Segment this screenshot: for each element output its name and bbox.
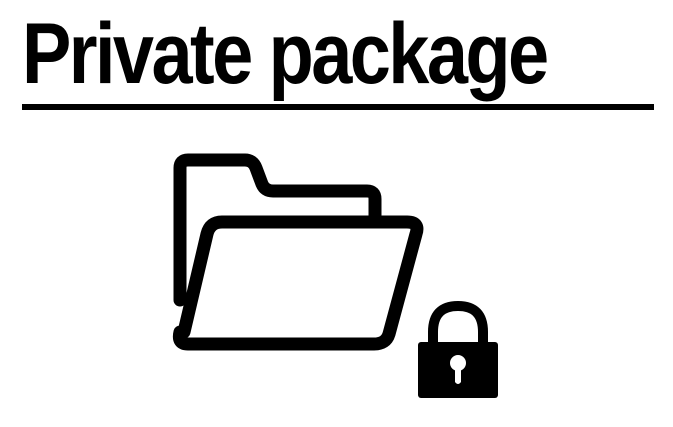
illustration xyxy=(172,153,498,398)
private-package-graphic: Private package xyxy=(0,0,673,427)
padlock-icon xyxy=(418,300,498,398)
open-folder-icon xyxy=(172,153,424,351)
